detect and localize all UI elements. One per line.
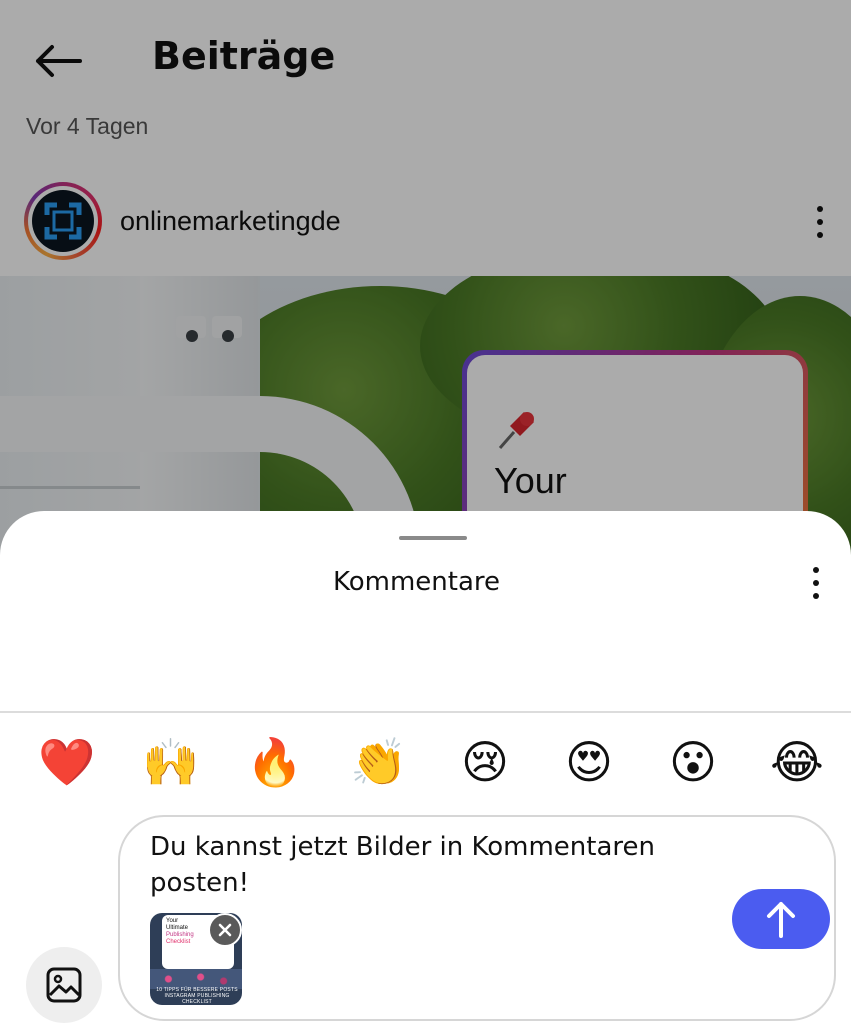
close-icon [218,923,232,937]
reaction-heart-eyes[interactable]: 😍 [558,731,620,793]
sheet-more-button[interactable] [802,565,830,601]
add-image-button[interactable] [26,947,102,1023]
reaction-tears-of-joy[interactable]: 😂 [766,731,828,793]
send-button[interactable] [732,889,830,949]
reaction-red-heart[interactable]: ❤️ [36,731,98,793]
reaction-surprised-face[interactable]: 😮 [662,731,724,793]
comment-composer[interactable]: Du kannst jetzt Bilder in Kommentaren po… [118,815,836,1021]
comments-sheet: Kommentare ❤️ 🙌 🔥 👏 😢 😍 😮 😂 Du kannst je… [0,511,851,1024]
divider [0,711,851,713]
sheet-title: Kommentare [332,567,501,597]
quick-reactions: ❤️ 🙌 🔥 👏 😢 😍 😮 😂 [0,731,851,793]
reaction-clapping-hands[interactable]: 👏 [348,731,410,793]
image-icon [46,967,82,1003]
comment-input[interactable]: Du kannst jetzt Bilder in Kommentaren po… [150,829,710,901]
more-vertical-icon [813,567,819,573]
reaction-raising-hands[interactable]: 🙌 [140,731,202,793]
remove-attachment-button[interactable] [208,913,242,947]
reaction-fire[interactable]: 🔥 [244,731,306,793]
arrow-up-icon [767,902,795,938]
reaction-crying-face[interactable]: 😢 [454,731,516,793]
drag-handle[interactable] [399,536,467,540]
